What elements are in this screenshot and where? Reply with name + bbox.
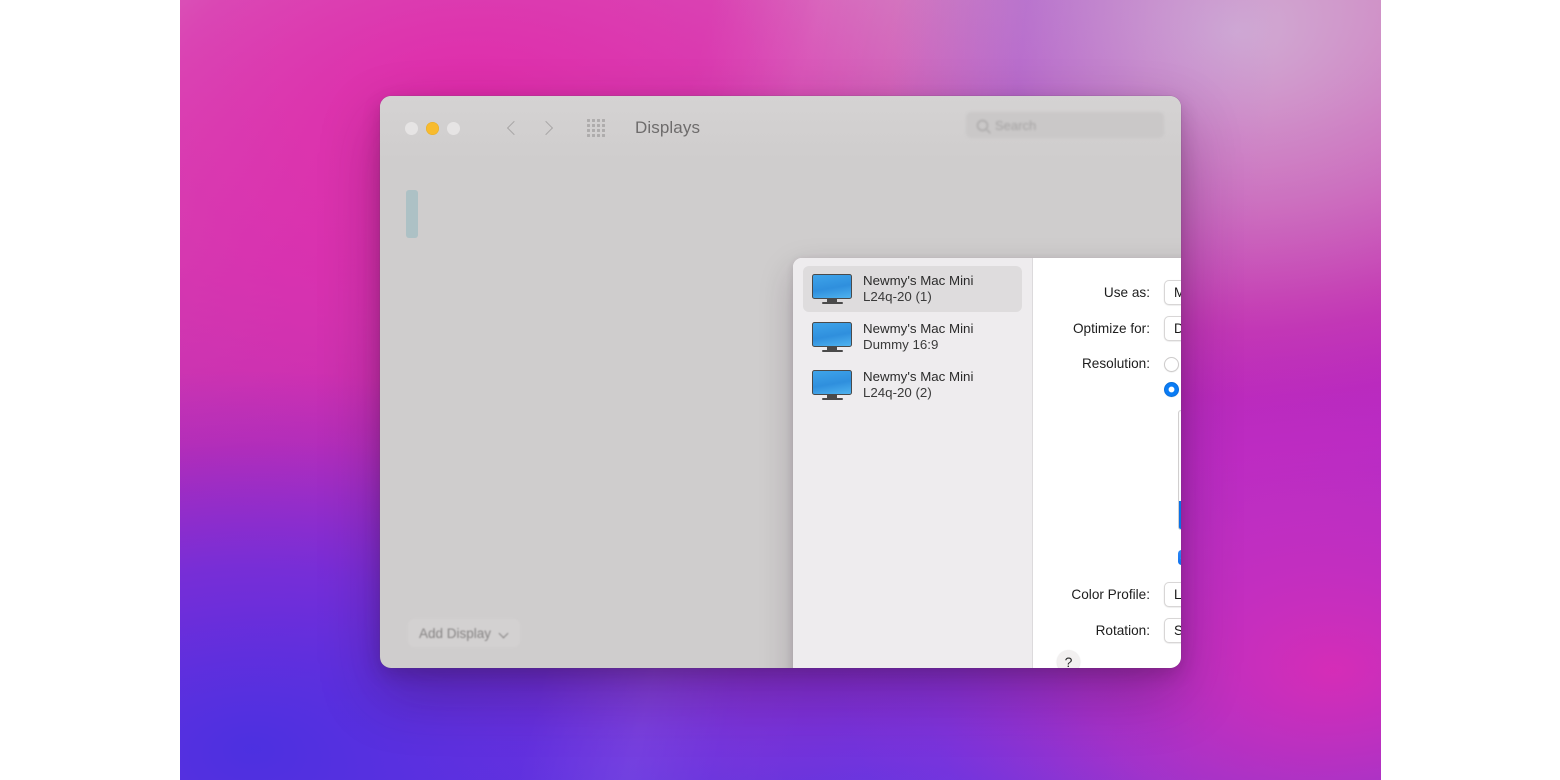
color-profile-select[interactable]: L24q-20 — [1164, 582, 1181, 607]
display-list-item-text: Newmy's Mac Mini Dummy 16:9 — [863, 321, 973, 353]
zoom-button-icon[interactable] — [447, 122, 460, 135]
optimize-for-select[interactable]: Dummy 16:9 — [1164, 316, 1181, 341]
display-model: L24q-20 (1) — [863, 289, 973, 305]
optimize-for-row: Optimize for: Dummy 16:9 — [1033, 316, 1181, 341]
search-icon — [977, 120, 988, 131]
navigation-buttons — [506, 121, 553, 135]
show-all-resolutions-checkbox[interactable]: Show all resolutions — [1178, 550, 1181, 565]
screen: Displays Search Add Display Display Sett… — [0, 0, 1560, 780]
add-display-label: Add Display — [419, 626, 491, 641]
color-profile-label: Color Profile: — [1033, 587, 1164, 602]
lower-settings-rows: Color Profile: L24q-20 Rotation: Standar… — [1033, 582, 1181, 654]
display-list-item-text: Newmy's Mac Mini L24q-20 (2) — [863, 369, 973, 401]
radio-icon-selected — [1164, 382, 1179, 397]
resolution-option-default[interactable]: Default for Display — [1164, 352, 1181, 376]
optimize-for-label: Optimize for: — [1033, 321, 1164, 336]
display-name: Newmy's Mac Mini — [863, 321, 973, 337]
background-display-arrangement-chip — [406, 190, 418, 238]
color-profile-value: L24q-20 — [1174, 587, 1181, 602]
chevron-down-icon — [500, 630, 509, 636]
resolution-row: Resolution: Default for Display Scaled — [1033, 352, 1181, 401]
use-as-row: Use as: Mirror for Dummy 16:9 — [1033, 280, 1181, 305]
resolution-label: Resolution: — [1033, 352, 1164, 371]
search-placeholder: Search — [995, 118, 1036, 133]
resolution-option-scaled[interactable]: Scaled — [1164, 377, 1181, 401]
display-list-item-0[interactable]: Newmy's Mac Mini L24q-20 (1) — [803, 266, 1022, 312]
search-input[interactable]: Search — [966, 112, 1164, 138]
display-list-item-2[interactable]: Newmy's Mac Mini L24q-20 (2) — [803, 362, 1022, 408]
display-name: Newmy's Mac Mini — [863, 369, 973, 385]
sheet-help-button[interactable]: ? — [1057, 650, 1080, 668]
displays-preferences-window: Displays Search Add Display Display Sett… — [380, 96, 1181, 668]
show-all-grid-icon[interactable] — [587, 119, 605, 137]
resolution-list-item-0[interactable]: 1952 × 1098 — [1179, 414, 1181, 443]
color-profile-row: Color Profile: L24q-20 — [1033, 582, 1181, 607]
optimize-for-value: Dummy 16:9 — [1174, 321, 1181, 336]
page-title: Displays — [635, 118, 700, 138]
minimize-button-icon[interactable] — [426, 122, 439, 135]
rotation-label: Rotation: — [1033, 623, 1164, 638]
resolution-radio-group: Default for Display Scaled — [1164, 352, 1181, 401]
monitor-icon — [812, 274, 852, 305]
display-name: Newmy's Mac Mini — [863, 273, 973, 289]
resolution-list-item-1[interactable]: 1952 × 1098 (low resolution) — [1179, 443, 1181, 472]
use-as-select[interactable]: Mirror for Dummy 16:9 — [1164, 280, 1181, 305]
resolution-list-item-2[interactable]: 1936 × 1089 — [1179, 472, 1181, 501]
monitor-icon — [812, 322, 852, 353]
display-list-sidebar: Newmy's Mac Mini L24q-20 (1) Newmy's Mac… — [793, 258, 1033, 668]
resolution-list: 1952 × 1098 1952 × 1098 (low resolution)… — [1179, 411, 1181, 529]
use-as-value: Mirror for Dummy 16:9 — [1174, 285, 1181, 300]
chevron-right-icon[interactable] — [539, 121, 553, 135]
display-list-item-1[interactable]: Newmy's Mac Mini Dummy 16:9 — [803, 314, 1022, 360]
traffic-light-group — [405, 122, 460, 135]
display-settings-sheet: Newmy's Mac Mini L24q-20 (1) Newmy's Mac… — [793, 258, 1181, 668]
display-model: L24q-20 (2) — [863, 385, 973, 401]
use-as-label: Use as: — [1033, 285, 1164, 300]
display-list-item-text: Newmy's Mac Mini L24q-20 (1) — [863, 273, 973, 305]
rotation-select[interactable]: Standard — [1164, 618, 1181, 643]
window-titlebar: Displays Search — [380, 96, 1181, 160]
checkbox-checked-icon — [1178, 550, 1181, 565]
display-model: Dummy 16:9 — [863, 337, 973, 353]
close-button-icon[interactable] — [405, 122, 418, 135]
rotation-value: Standard — [1174, 623, 1181, 638]
resolution-list-item-3[interactable]: 1920 × 1080 — [1179, 501, 1181, 530]
resolution-listbox[interactable]: 1952 × 1098 1952 × 1098 (low resolution)… — [1178, 410, 1181, 530]
radio-icon-unselected — [1164, 357, 1179, 372]
display-settings-panel: Use as: Mirror for Dummy 16:9 Optimize f… — [1033, 258, 1181, 668]
monitor-icon — [812, 370, 852, 401]
rotation-row: Rotation: Standard — [1033, 618, 1181, 643]
sheet-footer: ? Done — [1033, 649, 1181, 668]
chevron-left-icon[interactable] — [506, 121, 520, 135]
add-display-button[interactable]: Add Display — [408, 619, 520, 647]
